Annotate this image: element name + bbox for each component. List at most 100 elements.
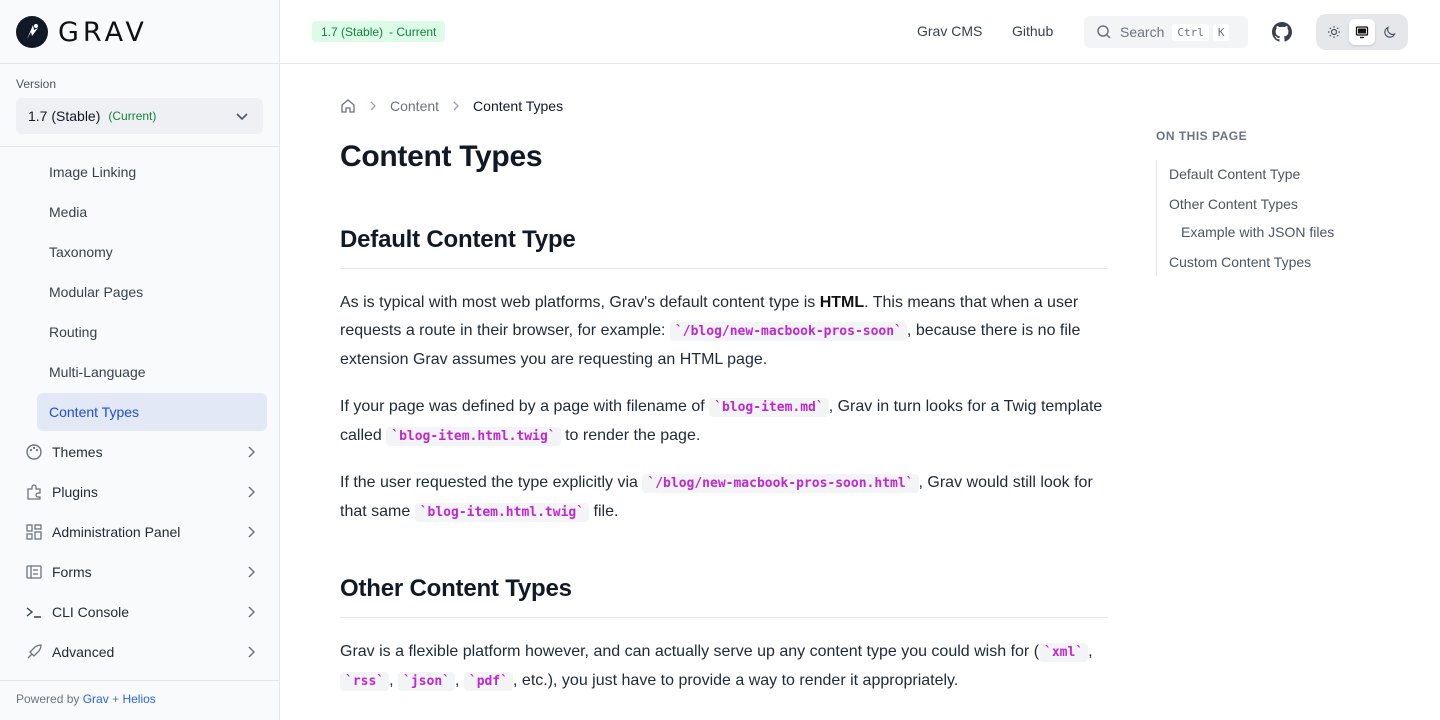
inline-code: `/blog/new-macbook-pros-soon` [669, 322, 907, 341]
sidebar-item-label: Multi-Language [49, 364, 146, 380]
sidebar-item-label: Media [49, 204, 88, 220]
top-header: 1.7 (Stable) - Current Grav CMS Github S… [280, 0, 1440, 64]
text: Grav is a flexible platform however, and… [340, 643, 1040, 660]
toc-title: ON THIS PAGE [1156, 129, 1248, 143]
sidebar-item-label: Modular Pages [49, 284, 144, 300]
sidebar-item-multi-language[interactable]: Multi-Language [37, 353, 267, 391]
chevron-right-icon [248, 606, 256, 618]
sidebar-item-forms[interactable]: Forms [16, 553, 266, 591]
divider [0, 680, 279, 681]
powered-plus: + [112, 692, 120, 706]
chevron-right-icon [248, 486, 256, 498]
sidebar-item-routing[interactable]: Routing [37, 313, 267, 351]
sidebar-item-label: CLI Console [52, 604, 130, 620]
heading-other-content-types: Other Content Types [340, 575, 1108, 618]
github-link[interactable]: Github [1012, 23, 1053, 39]
sidebar-item-label: Administration Panel [52, 524, 181, 540]
sidebar-item-plugins[interactable]: Plugins [16, 473, 266, 511]
search-icon [1097, 25, 1111, 39]
chevron-right-icon [248, 446, 256, 458]
sidebar-item-themes[interactable]: Themes [16, 433, 266, 471]
chevron-right-icon [368, 98, 378, 114]
version-current: (Current) [108, 109, 157, 123]
chevron-right-icon [248, 646, 256, 658]
helios-link[interactable]: Helios [122, 692, 155, 706]
page-title: Content Types [340, 140, 543, 173]
sidebar: GRAV Version 1.7 (Stable) (Current) Imag… [0, 0, 280, 720]
text: , [389, 672, 399, 689]
inline-code: `rss` [340, 672, 390, 691]
dashboard-icon [24, 522, 44, 542]
grav-logo[interactable]: GRAV [16, 16, 148, 48]
logo-text: GRAV [58, 16, 148, 48]
paragraph-4: Grav is a flexible platform however, and… [340, 638, 1108, 696]
sidebar-item-label: Forms [52, 564, 92, 580]
text: to render the page. [560, 427, 701, 444]
paragraph-3: If the user requested the type explicitl… [340, 469, 1108, 527]
version-badge: 1.7 (Stable) - Current [312, 21, 446, 42]
chevron-right-icon [248, 566, 256, 578]
palette-icon [24, 442, 44, 462]
search-button[interactable]: Search Ctrl K [1084, 16, 1248, 48]
grav-link[interactable]: Grav [83, 692, 109, 706]
inline-code: `pdf` [463, 672, 514, 691]
powered-by: Powered by Grav + Helios [16, 692, 156, 706]
version-label: Version [16, 77, 57, 91]
version-select[interactable]: 1.7 (Stable) (Current) [16, 98, 263, 134]
text: , etc.), you just have to provide a way … [513, 672, 959, 689]
divider [0, 146, 279, 147]
sidebar-item-content-types[interactable]: Content Types [37, 393, 267, 431]
breadcrumb: Content Content Types [340, 96, 563, 116]
sidebar-item-label: Taxonomy [49, 244, 113, 260]
chevron-right-icon [248, 526, 256, 538]
sidebar-item-label: Themes [52, 444, 103, 460]
grav-cms-link[interactable]: Grav CMS [917, 23, 982, 39]
breadcrumb-content[interactable]: Content [390, 98, 439, 114]
toc-item-custom-content-types[interactable]: Custom Content Types [1169, 254, 1311, 270]
form-icon [24, 562, 44, 582]
toc-item-default-content-type[interactable]: Default Content Type [1169, 166, 1300, 182]
sidebar-item-taxonomy[interactable]: Taxonomy [37, 233, 267, 271]
inline-code: `/blog/new-macbook-pros-soon.html` [642, 474, 919, 493]
chevron-down-icon [236, 113, 248, 121]
sidebar-item-label: Advanced [52, 644, 115, 660]
monitor-icon[interactable] [1349, 19, 1375, 45]
table-of-contents: Default Content Type Other Content Types… [1156, 160, 1356, 276]
text: If the user requested the type explicitl… [340, 474, 643, 491]
sun-icon[interactable] [1321, 19, 1347, 45]
sidebar-item-cli-console[interactable]: CLI Console [16, 593, 266, 631]
sidebar-item-advanced[interactable]: Advanced [16, 633, 266, 671]
heading-default-content-type: Default Content Type [340, 226, 1108, 269]
inline-code: `xml` [1039, 643, 1089, 662]
sidebar-item-image-linking[interactable]: Image Linking [37, 153, 267, 191]
kbd-k: K [1212, 23, 1230, 41]
inline-code: `blog-item.md` [709, 398, 829, 417]
text: As is typical with most web platforms, G… [340, 294, 820, 311]
theme-switcher [1316, 14, 1408, 50]
powered-prefix: Powered by [16, 692, 80, 706]
paragraph-1: As is typical with most web platforms, G… [340, 289, 1108, 374]
text: , [1088, 643, 1093, 660]
toc-item-other-content-types[interactable]: Other Content Types [1169, 196, 1298, 212]
strong-text: HTML [819, 294, 865, 311]
moon-icon[interactable] [1377, 19, 1403, 45]
breadcrumb-current: Content Types [473, 98, 564, 114]
inline-code: `blog-item.html.twig` [386, 427, 561, 446]
toc-item-example-json[interactable]: Example with JSON files [1181, 224, 1334, 240]
sidebar-item-media[interactable]: Media [37, 193, 267, 231]
divider [0, 63, 279, 64]
sidebar-item-label: Content Types [49, 404, 140, 420]
chevron-right-icon [451, 98, 461, 114]
badge-version: 1.7 (Stable) [321, 24, 384, 39]
github-icon[interactable] [1272, 22, 1292, 47]
sidebar-item-administration-panel[interactable]: Administration Panel [16, 513, 266, 551]
sidebar-item-label: Image Linking [49, 164, 137, 180]
rocket-icon [24, 642, 44, 662]
sidebar-item-modular-pages[interactable]: Modular Pages [37, 273, 267, 311]
terminal-icon [24, 602, 44, 622]
puzzle-icon [24, 482, 44, 502]
version-value: 1.7 (Stable) [28, 108, 101, 124]
home-icon[interactable] [340, 98, 356, 114]
sidebar-item-label: Plugins [52, 484, 98, 500]
sidebar-item-label: Routing [49, 324, 98, 340]
